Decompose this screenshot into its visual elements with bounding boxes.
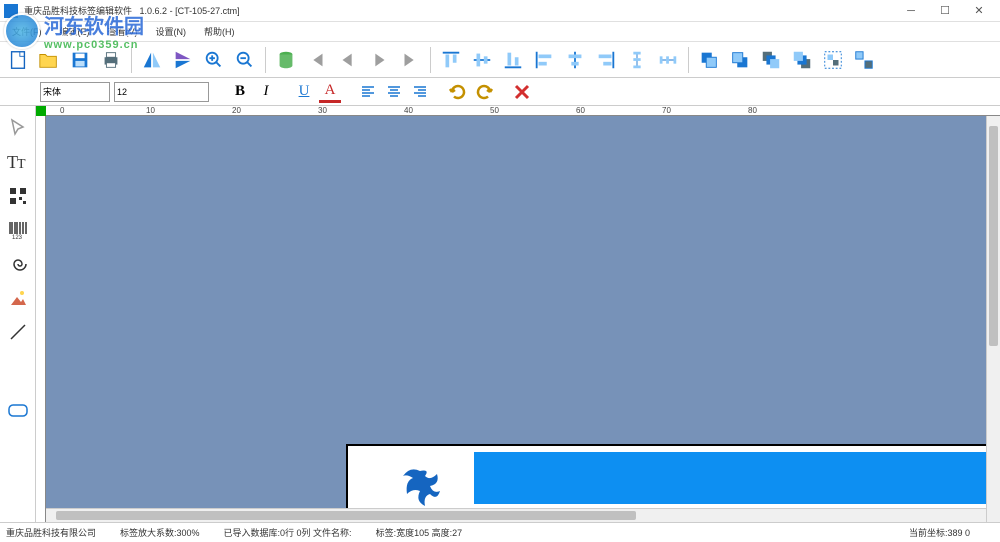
align-bottom-button[interactable] bbox=[499, 45, 527, 75]
titlebar: 重庆品胜科技标签编辑软件 1.0.6.2 - [CT-105-27.ctm] ─… bbox=[0, 0, 1000, 22]
horizontal-scrollbar[interactable] bbox=[46, 508, 986, 522]
image-tool[interactable] bbox=[4, 284, 32, 312]
prev-record-button[interactable] bbox=[334, 45, 362, 75]
label-blue-bar[interactable] bbox=[474, 452, 1000, 504]
send-backward-button[interactable] bbox=[788, 45, 816, 75]
font-family-select[interactable] bbox=[40, 82, 110, 102]
align-text-center-button[interactable] bbox=[383, 81, 405, 103]
bring-forward-button[interactable] bbox=[757, 45, 785, 75]
close-button[interactable]: ✕ bbox=[962, 1, 996, 21]
new-button[interactable] bbox=[4, 45, 32, 75]
maximize-button[interactable]: ☐ bbox=[928, 1, 962, 21]
align-right-button[interactable] bbox=[592, 45, 620, 75]
select-tool[interactable] bbox=[4, 114, 32, 142]
align-text-right-button[interactable] bbox=[409, 81, 431, 103]
window-title: 重庆品胜科技标签编辑软件 1.0.6.2 - [CT-105-27.ctm] bbox=[24, 4, 894, 17]
menu-file[interactable]: 文件(F) bbox=[4, 23, 50, 40]
barcode-tool[interactable]: 123 bbox=[4, 216, 32, 244]
status-zoom: 标签放大系数:300% bbox=[120, 526, 200, 539]
minimize-button[interactable]: ─ bbox=[894, 1, 928, 21]
font-toolbar: B I U A bbox=[0, 78, 1000, 106]
status-company: 重庆品胜科技有限公司 bbox=[6, 526, 96, 539]
bold-button[interactable]: B bbox=[229, 81, 251, 103]
first-record-button[interactable] bbox=[303, 45, 331, 75]
flip-vertical-button[interactable] bbox=[169, 45, 197, 75]
print-button[interactable] bbox=[97, 45, 125, 75]
align-middle-button[interactable] bbox=[468, 45, 496, 75]
app-icon bbox=[4, 4, 18, 18]
vertical-scrollbar[interactable] bbox=[986, 116, 1000, 522]
font-color-button[interactable]: A bbox=[319, 81, 341, 103]
status-data-import: 已导入数据库:0行 0列 文件名称: bbox=[224, 526, 352, 539]
distribute-vertical-button[interactable] bbox=[623, 45, 651, 75]
menu-settings[interactable]: 设置(N) bbox=[148, 23, 195, 40]
qrcode-tool[interactable] bbox=[4, 182, 32, 210]
align-center-button[interactable] bbox=[561, 45, 589, 75]
text-tool[interactable]: TT bbox=[4, 148, 32, 176]
menu-view[interactable]: 查看(V) bbox=[100, 23, 146, 40]
align-left-button[interactable] bbox=[530, 45, 558, 75]
group-button[interactable] bbox=[819, 45, 847, 75]
menu-edit[interactable]: 编辑(E) bbox=[52, 23, 98, 40]
zoom-in-button[interactable] bbox=[200, 45, 228, 75]
undo-button[interactable] bbox=[447, 81, 469, 103]
svg-text:123: 123 bbox=[12, 235, 23, 241]
main-toolbar bbox=[0, 42, 1000, 78]
next-record-button[interactable] bbox=[365, 45, 393, 75]
zoom-out-button[interactable] bbox=[231, 45, 259, 75]
align-top-button[interactable] bbox=[437, 45, 465, 75]
menu-help[interactable]: 帮助(H) bbox=[196, 23, 243, 40]
underline-button[interactable]: U bbox=[293, 81, 315, 103]
save-button[interactable] bbox=[66, 45, 94, 75]
rectangle-tool[interactable] bbox=[4, 398, 32, 426]
main-area: TT 123 0 10 20 30 40 50 60 70 80 bbox=[0, 106, 1000, 522]
send-back-button[interactable] bbox=[726, 45, 754, 75]
ungroup-button[interactable] bbox=[850, 45, 878, 75]
menubar: 文件(F) 编辑(E) 查看(V) 设置(N) 帮助(H) bbox=[0, 22, 1000, 42]
bring-front-button[interactable] bbox=[695, 45, 723, 75]
horizontal-ruler[interactable]: 0 10 20 30 40 50 60 70 80 bbox=[46, 106, 1000, 116]
tool-sidebar: TT 123 bbox=[0, 106, 36, 522]
status-label-size: 标签:宽度105 高度:27 bbox=[376, 526, 463, 539]
canvas-background[interactable]: 中国电信 CHINA TELECOM bbox=[46, 116, 1000, 522]
distribute-horizontal-button[interactable] bbox=[654, 45, 682, 75]
database-button[interactable] bbox=[272, 45, 300, 75]
vertical-ruler[interactable] bbox=[36, 116, 46, 522]
svg-text:T: T bbox=[17, 157, 26, 172]
last-record-button[interactable] bbox=[396, 45, 424, 75]
flip-horizontal-button[interactable] bbox=[138, 45, 166, 75]
status-coords: 当前坐标:389 0 bbox=[909, 526, 970, 539]
open-button[interactable] bbox=[35, 45, 63, 75]
ruler-corner bbox=[36, 106, 46, 116]
align-text-left-button[interactable] bbox=[357, 81, 379, 103]
redo-button[interactable] bbox=[473, 81, 495, 103]
spiral-tool[interactable] bbox=[4, 250, 32, 278]
delete-button[interactable] bbox=[511, 81, 533, 103]
line-tool[interactable] bbox=[4, 318, 32, 346]
font-size-select[interactable] bbox=[114, 82, 209, 102]
italic-button[interactable]: I bbox=[255, 81, 277, 103]
statusbar: 重庆品胜科技有限公司 标签放大系数:300% 已导入数据库:0行 0列 文件名称… bbox=[0, 522, 1000, 542]
canvas-area: 0 10 20 30 40 50 60 70 80 中国电信 CHINA TEL… bbox=[36, 106, 1000, 522]
